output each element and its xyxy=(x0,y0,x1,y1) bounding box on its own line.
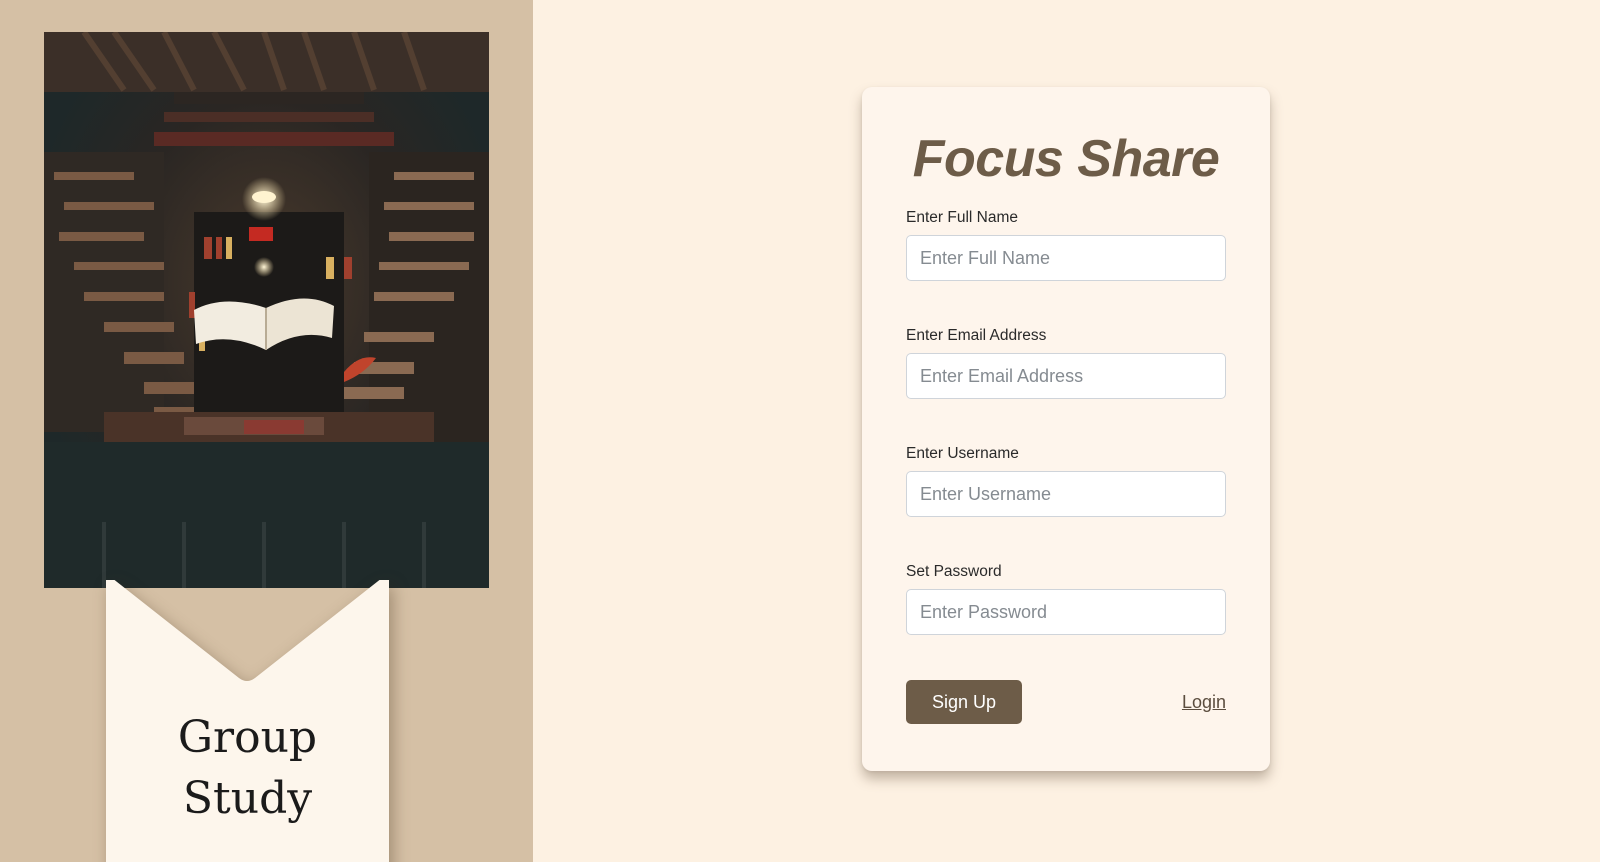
email-input[interactable] xyxy=(906,353,1226,399)
library-illustration xyxy=(44,32,489,588)
brand-title: Focus Share xyxy=(912,130,1220,188)
username-label: Enter Username xyxy=(906,445,1019,462)
password-field: Set Password xyxy=(906,563,1226,635)
library-photo xyxy=(44,32,489,588)
left-panel: Group Study xyxy=(0,0,533,862)
email-label: Enter Email Address xyxy=(906,327,1047,344)
full-name-field: Enter Full Name xyxy=(906,209,1226,281)
form-actions: Sign Up Login xyxy=(906,680,1226,724)
username-field: Enter Username xyxy=(906,445,1226,517)
signup-card: Focus Share Enter Full Name Enter Email … xyxy=(862,87,1270,771)
full-name-label: Enter Full Name xyxy=(906,209,1018,226)
login-link[interactable]: Login xyxy=(1182,692,1226,713)
group-study-line-2: Study xyxy=(182,773,313,824)
email-field: Enter Email Address xyxy=(906,327,1226,399)
password-label: Set Password xyxy=(906,563,1002,580)
username-input[interactable] xyxy=(906,471,1226,517)
group-study-line-1: Group xyxy=(177,712,318,763)
full-name-input[interactable] xyxy=(906,235,1226,281)
sign-up-button[interactable]: Sign Up xyxy=(906,680,1022,724)
password-input[interactable] xyxy=(906,589,1226,635)
group-study-title: Group Study xyxy=(106,707,389,829)
